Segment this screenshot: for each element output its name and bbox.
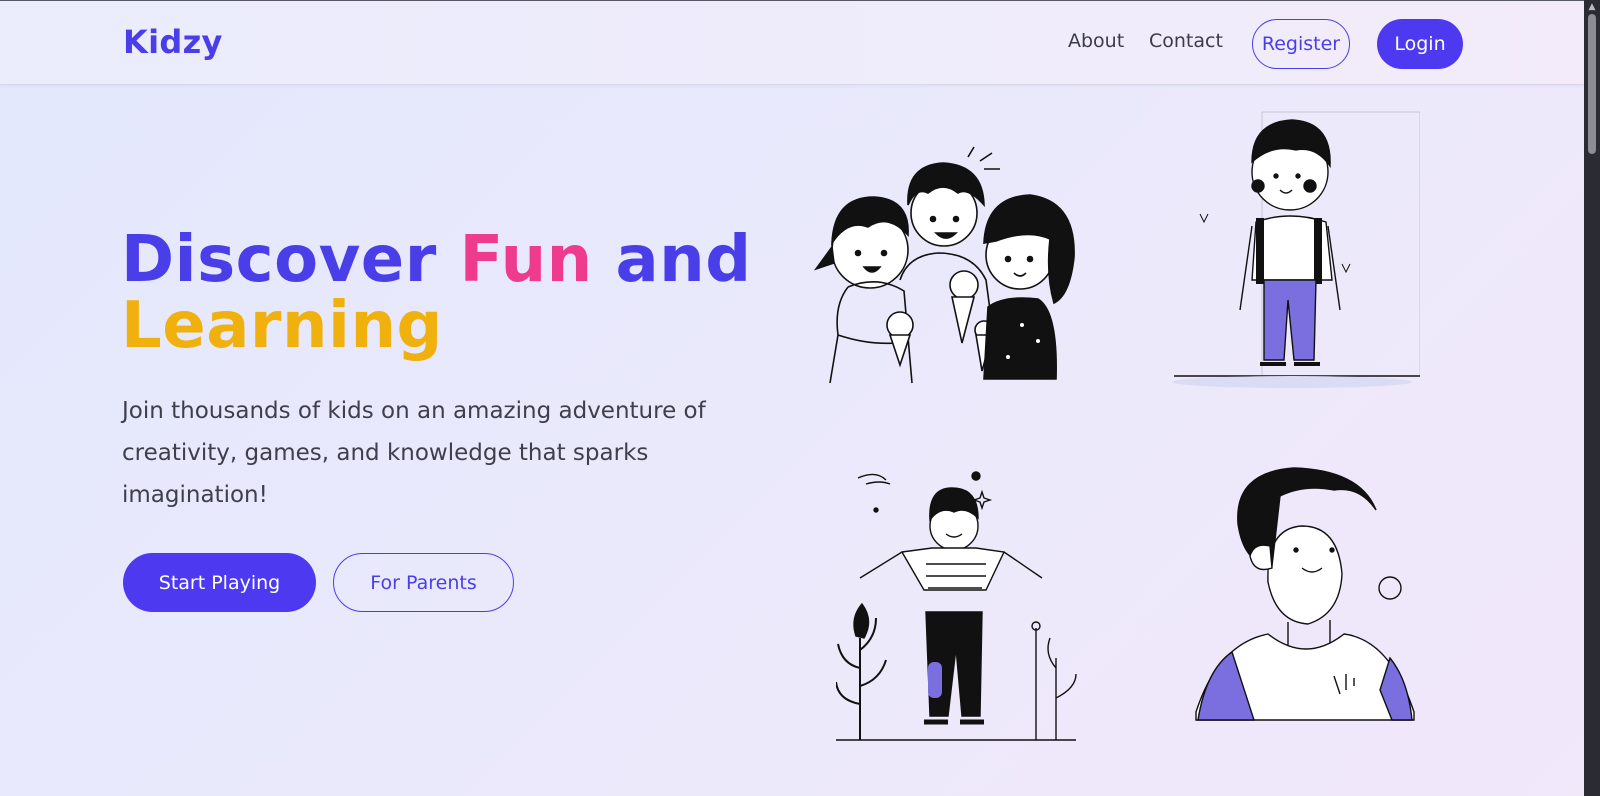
scrollbar-thumb[interactable] xyxy=(1588,14,1596,154)
login-button[interactable]: Login xyxy=(1377,19,1463,69)
scroll-up-arrow-icon[interactable]: ▲ xyxy=(1584,2,1600,12)
kids-with-ice-cream-illustration xyxy=(813,146,1075,384)
scrollbar[interactable]: ▲ xyxy=(1584,0,1600,796)
smiling-boy-portrait-illustration xyxy=(1195,467,1415,721)
hero-title: Discover Fun and Learning xyxy=(121,227,761,359)
logo[interactable]: Kidzy xyxy=(123,23,223,61)
title-word-learning: Learning xyxy=(121,289,443,363)
register-button[interactable]: Register xyxy=(1252,19,1350,69)
hero-subtitle: Join thousands of kids on an amazing adv… xyxy=(122,398,706,508)
waving-boy-with-plants-illustration xyxy=(836,471,1077,741)
navbar: Kidzy About Contact Register Login xyxy=(0,1,1584,85)
title-word-and: and xyxy=(615,223,752,297)
nav-link-about[interactable]: About xyxy=(1068,30,1124,52)
nav-link-contact[interactable]: Contact xyxy=(1149,30,1223,52)
title-word-discover: Discover xyxy=(121,223,437,297)
standing-boy-with-backpack-illustration xyxy=(1172,111,1420,388)
title-word-fun: Fun xyxy=(459,223,593,297)
start-playing-button[interactable]: Start Playing xyxy=(123,553,316,612)
for-parents-button[interactable]: For Parents xyxy=(333,553,514,612)
